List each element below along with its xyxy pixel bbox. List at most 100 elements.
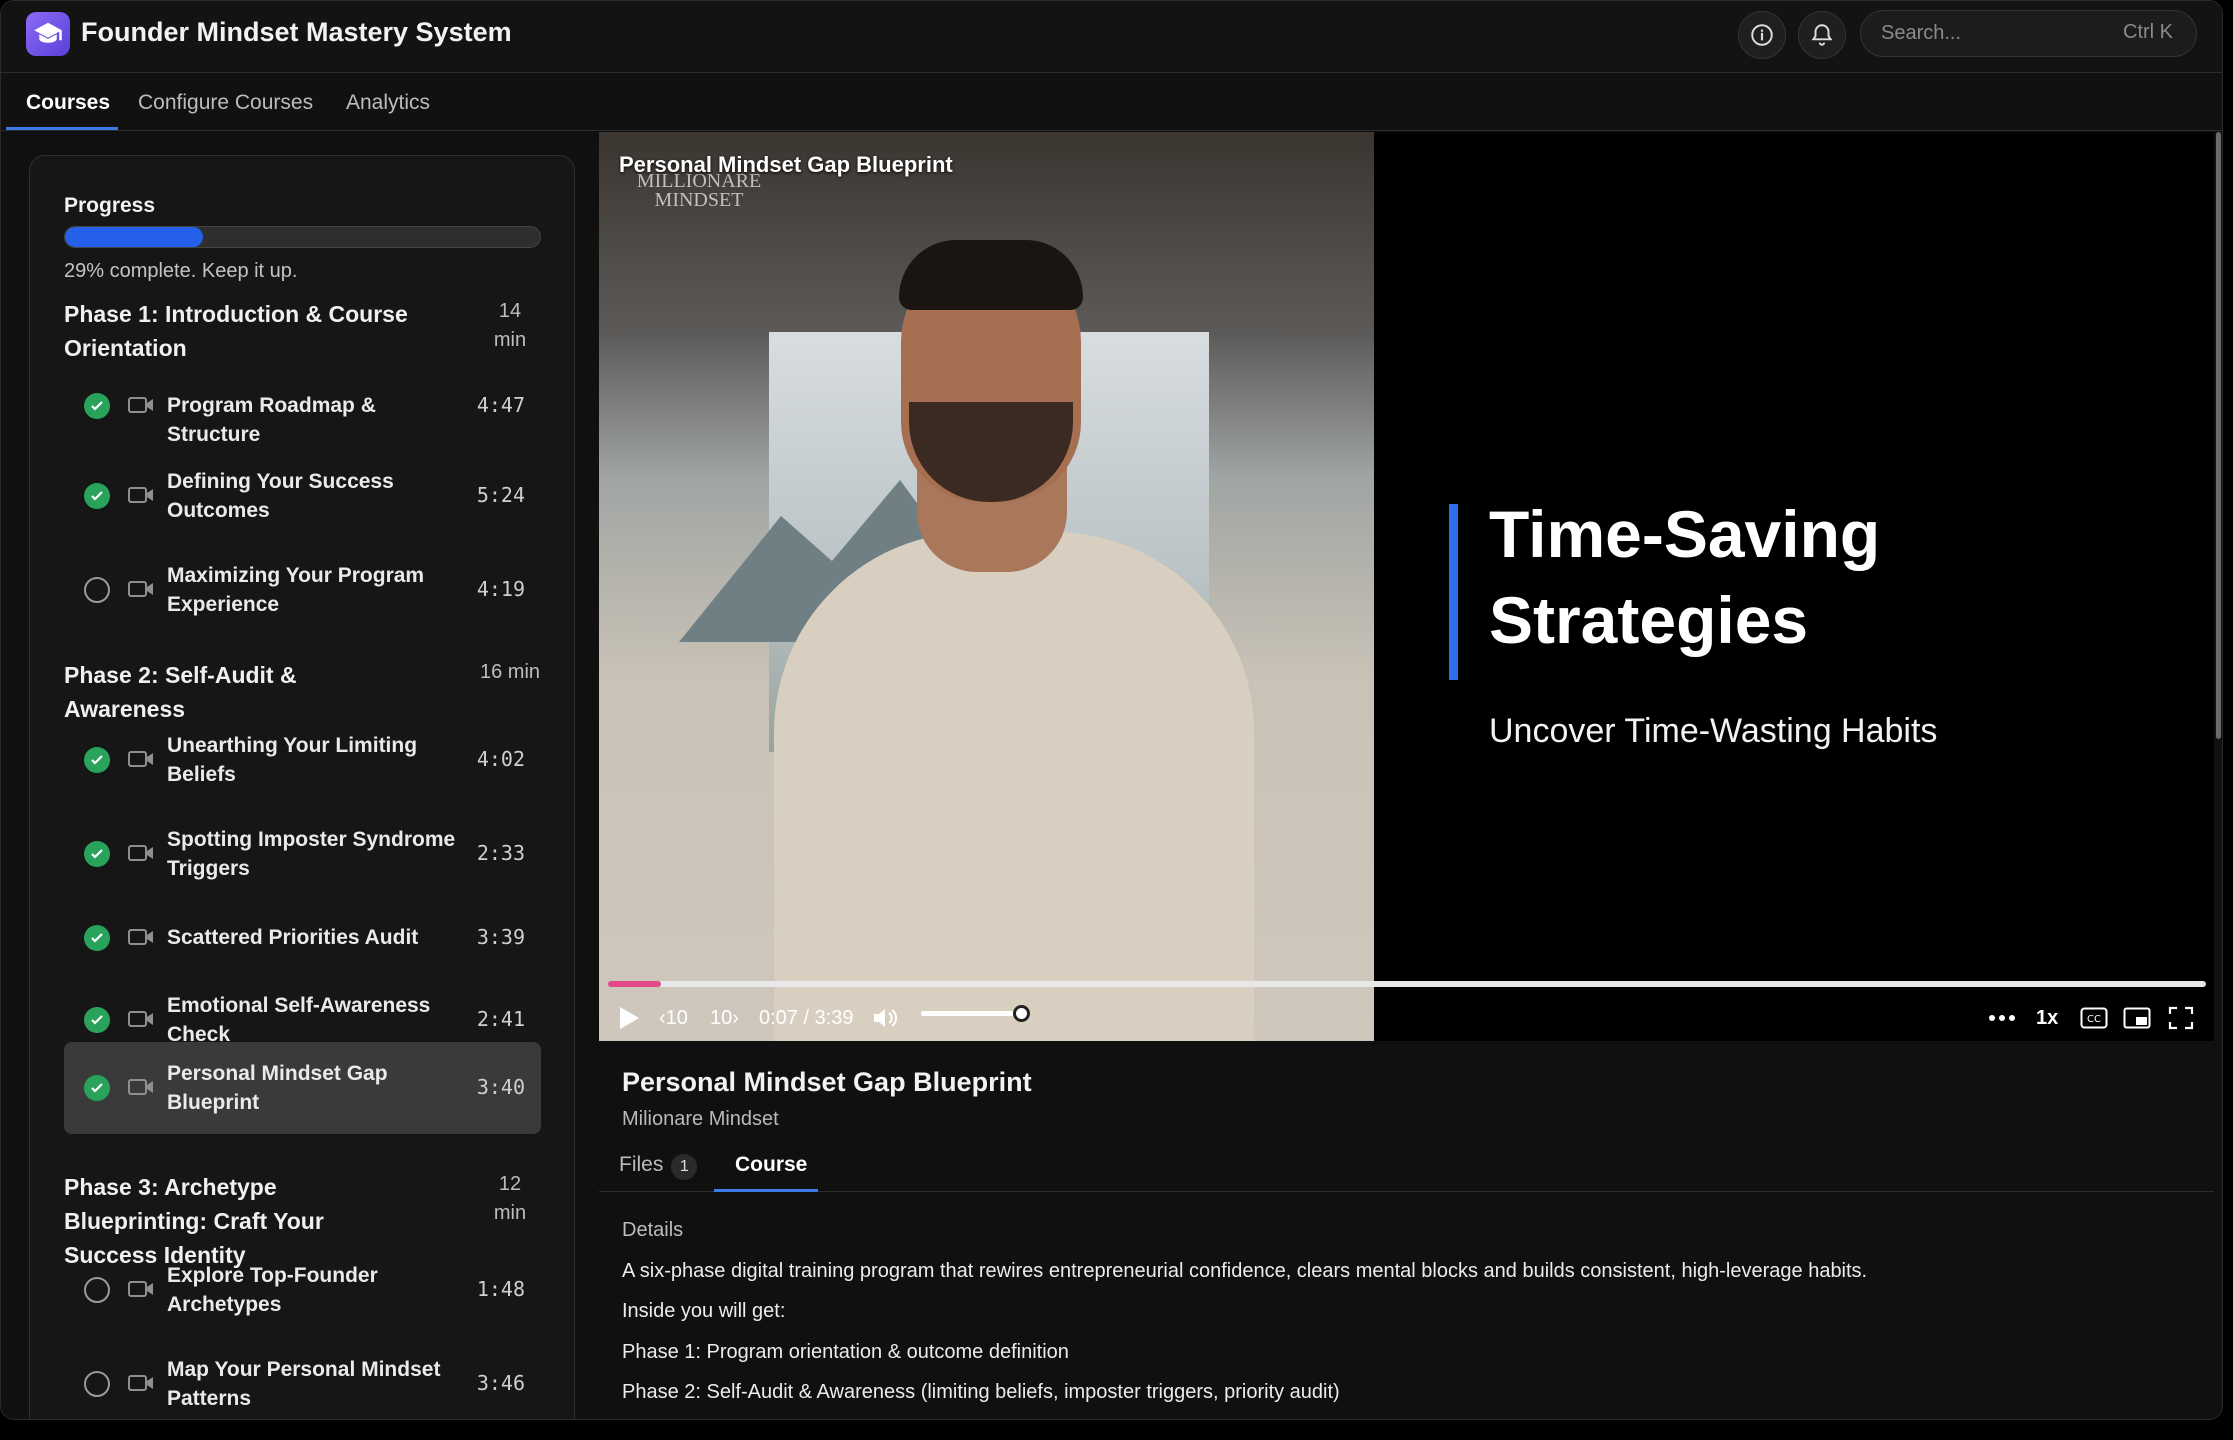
video-icon [128, 1375, 153, 1391]
time-display: 0:07 / 3:39 [759, 1006, 854, 1029]
empty-circle-icon [84, 577, 110, 603]
course-sidebar[interactable]: Progress 29% complete. Keep it up. Phase… [29, 155, 575, 1419]
lesson-title: Emotional Self-Awareness Check [167, 994, 431, 1046]
forward-icon: › [732, 1006, 739, 1029]
seek-bar-played [608, 981, 661, 987]
check-circle-icon [84, 393, 110, 419]
lesson-duration: 3:46 [476, 1371, 525, 1395]
volume-slider[interactable] [921, 1011, 1027, 1016]
lesson-title: Scattered Priorities Audit [167, 926, 419, 949]
bell-icon [1811, 24, 1833, 46]
tab-configure-courses[interactable]: Configure Courses [138, 91, 313, 129]
empty-circle-icon [84, 1371, 110, 1397]
page-scrollbar[interactable] [2216, 132, 2221, 739]
video-player[interactable]: MILLIONARE MINDSET Personal Mindset Gap … [599, 132, 2214, 1041]
progress-text: 29% complete. Keep it up. [64, 260, 298, 282]
lesson-duration: 3:40 [476, 1075, 525, 1099]
video-icon [128, 1079, 153, 1095]
phase-title[interactable]: Phase 1: Introduction & Course Orientati… [64, 297, 409, 365]
lesson-duration: 4:02 [476, 747, 525, 771]
lesson-title: Map Your Personal Mindset Patterns [167, 1358, 441, 1410]
info-button[interactable] [1738, 11, 1786, 59]
search-shortcut-hint: Ctrl K [2123, 21, 2173, 43]
rewind-icon: ‹ [659, 1006, 666, 1029]
lesson-duration: 4:19 [476, 577, 525, 601]
details-heading: Details [622, 1219, 684, 1241]
progress-bar [64, 226, 541, 248]
active-tab-indicator [6, 127, 118, 130]
details-line: Inside you will get: [622, 1300, 786, 1322]
lesson-item[interactable]: Explore Top-Founder Archetypes 1:48 [64, 1246, 541, 1334]
lesson-title: Unearthing Your Limiting Beliefs [167, 734, 418, 786]
slide-subtitle: Uncover Time-Wasting Habits [1489, 712, 1938, 750]
play-button[interactable] [617, 1000, 641, 1036]
info-icon [1751, 24, 1773, 46]
tab-course[interactable]: Course [735, 1153, 807, 1177]
more-dots-icon [1989, 1015, 2015, 1021]
lesson-item-active[interactable]: Personal Mindset Gap Blueprint 3:40 [64, 1042, 541, 1134]
progress-label: Progress [64, 194, 156, 217]
video-icon [128, 487, 153, 503]
lesson-title: Maximizing Your Program Experience [167, 564, 425, 616]
forward-10-button[interactable]: 10 › [710, 1000, 739, 1036]
notifications-button[interactable] [1798, 11, 1846, 59]
presenter-image: MILLIONARE MINDSET [599, 132, 1374, 1041]
volume-icon [874, 1009, 897, 1027]
check-circle-icon [84, 841, 110, 867]
video-icon [128, 1281, 153, 1297]
lesson-title: Spotting Imposter Syndrome Triggers [167, 828, 456, 880]
main-tabs: Courses Configure Courses Analytics [1, 73, 2222, 131]
playback-speed-button[interactable]: 1x [2036, 1000, 2058, 1036]
phase-duration: 16 min [479, 661, 541, 683]
lesson-item[interactable]: Defining Your Success Outcomes 5:24 [64, 452, 541, 540]
lesson-item[interactable]: Scattered Priorities Audit 3:39 [64, 906, 541, 970]
tab-analytics[interactable]: Analytics [346, 91, 430, 129]
video-icon [128, 581, 153, 597]
pip-icon [2123, 1007, 2151, 1029]
lesson-item[interactable]: Spotting Imposter Syndrome Triggers 2:33 [64, 810, 541, 898]
lesson-item[interactable]: Program Roadmap & Structure 4:47 [64, 374, 541, 446]
details-line: Phase 1: Program orientation & outcome d… [622, 1341, 1069, 1363]
graduation-cap-icon[interactable] [26, 12, 70, 56]
video-icon [128, 929, 153, 945]
lesson-title-heading: Personal Mindset Gap Blueprint [622, 1067, 1032, 1097]
video-icon [128, 845, 153, 861]
lesson-title: Program Roadmap & Structure [167, 394, 376, 446]
phase-duration: 12 min [493, 1173, 527, 1224]
app-window: Founder Mindset Mastery System Ctrl K Co… [0, 0, 2223, 1420]
tab-courses[interactable]: Courses [26, 91, 110, 129]
lesson-item[interactable]: Map Your Personal Mindset Patterns 3:46 [64, 1340, 541, 1419]
check-circle-icon [84, 483, 110, 509]
lesson-author: Milionare Mindset [622, 1108, 779, 1130]
empty-circle-icon [84, 1277, 110, 1303]
picture-in-picture-button[interactable] [2123, 1000, 2151, 1036]
captions-icon: CC [2080, 1007, 2108, 1029]
lesson-item[interactable]: Maximizing Your Program Experience 4:19 [64, 546, 541, 634]
phase-duration: 14 min [493, 300, 527, 351]
lesson-duration: 1:48 [476, 1277, 525, 1301]
seek-bar[interactable] [608, 981, 2206, 987]
fullscreen-button[interactable] [2168, 1000, 2194, 1036]
check-circle-icon [84, 747, 110, 773]
lesson-duration: 2:41 [476, 1007, 525, 1031]
video-icon [128, 1011, 153, 1027]
lesson-title: Personal Mindset Gap Blueprint [167, 1062, 388, 1114]
more-options-button[interactable] [1988, 1000, 2016, 1036]
fullscreen-icon [2168, 1006, 2194, 1030]
lesson-duration: 4:47 [476, 393, 525, 417]
lesson-item[interactable]: Unearthing Your Limiting Beliefs 4:02 [64, 716, 541, 804]
check-circle-icon [84, 925, 110, 951]
volume-button[interactable] [871, 1000, 899, 1036]
slide-accent-bar [1449, 504, 1458, 680]
rewind-10-button[interactable]: ‹ 10 [659, 1000, 688, 1036]
lesson-title: Defining Your Success Outcomes [167, 470, 394, 522]
check-circle-icon [84, 1007, 110, 1033]
volume-slider-handle[interactable] [1013, 1005, 1030, 1022]
app-title: Founder Mindset Mastery System [81, 17, 512, 47]
captions-button[interactable]: CC [2080, 1000, 2108, 1036]
video-icon [128, 751, 153, 767]
progress-bar-fill [65, 227, 203, 247]
lesson-duration: 3:39 [476, 925, 525, 949]
lesson-title: Explore Top-Founder Archetypes [167, 1264, 378, 1316]
tab-files[interactable]: Files 1 [619, 1153, 698, 1180]
